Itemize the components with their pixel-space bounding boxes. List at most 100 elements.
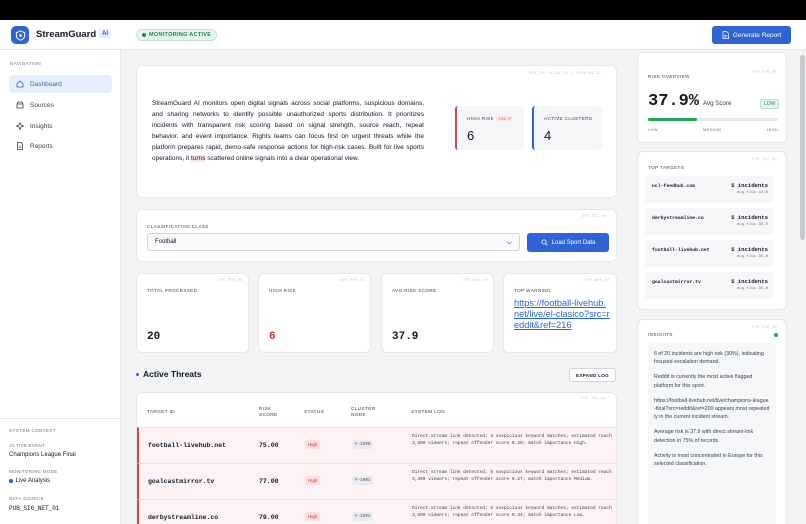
high-risk-delta-badge: +12 ↗ — [496, 116, 514, 121]
monitoring-mode-text: Live Analysis — [15, 478, 51, 484]
table-row[interactable]: goalcastmirror.tv 77.00 High F-1001 Dire… — [137, 463, 616, 499]
intro-text-before: StreamGuard AI monitors open digital sig… — [152, 100, 424, 162]
stat-avg-risk-score: SYS_AVG_18 AVG RISK SCORE 37.9 — [381, 273, 494, 353]
target-count: 5 incidents — [731, 214, 768, 221]
sidebar-item-label: Insights — [30, 122, 53, 130]
document-icon — [17, 142, 23, 150]
intro-system-code: SYS_ID: SG-AL-01 | 2026-04-19 — [529, 72, 601, 76]
top-targets-card: SYS_TGT_02 TOP TARGETS ucl-feedhub.com 5… — [637, 151, 787, 310]
sparkle-icon — [16, 122, 24, 130]
stat-value: 37.9 — [392, 331, 419, 343]
sidebar-item-dashboard[interactable]: Dashboard — [9, 75, 112, 93]
stat-system-code: SYS_PRO_25 — [218, 279, 243, 283]
monitoring-mode-label: MONITORING MODE — [9, 469, 58, 474]
stat-value: 20 — [147, 331, 161, 343]
live-dot-icon — [9, 479, 13, 483]
sidebar-item-reports[interactable]: Reports — [9, 137, 112, 155]
target-domain: goalcastmirror.tv — [652, 280, 701, 285]
intro-card: SYS_ID: SG-AL-01 | 2026-04-19 StreamGuar… — [136, 65, 617, 198]
col-system-log: SYSTEM LOG — [411, 410, 446, 415]
target-item[interactable]: ucl-feedhub.com 5 incidents avg risk 42.… — [645, 176, 774, 203]
status-badge: High — [305, 440, 321, 449]
target-item[interactable]: derbystreamline.co 5 incidents avg risk … — [645, 208, 774, 235]
sidebar-item-label: Reports — [30, 142, 53, 150]
status-badge: High — [305, 476, 321, 485]
insights-system-code: SYS_LOG_09 — [752, 326, 777, 330]
classification-card: SYS_CSL_04 CLASSIFICATION CLASS Football… — [136, 209, 617, 262]
nav-heading: NAVIGATION — [10, 61, 42, 66]
generate-report-button[interactable]: Generate Report — [712, 26, 791, 44]
stat-high-risk: SYS_RSK_73 HIGH RISK 6 — [258, 273, 371, 353]
expand-log-button[interactable]: EXPAND LOG — [569, 368, 616, 382]
row-target: goalcastmirror.tv — [148, 478, 215, 485]
risk-progress-bar — [648, 118, 778, 121]
page-scrollbar[interactable] — [800, 55, 805, 240]
target-avg-risk: avg risk 38.0 — [736, 223, 768, 227]
stat-label: HIGH RISK — [269, 288, 297, 293]
row-log: Direct stream link detected; 4 suspiciou… — [412, 434, 612, 446]
table-row[interactable]: football-livehub.net 75.00 High F-1000 D… — [137, 427, 616, 463]
sidebar-item-sources[interactable]: Sources — [9, 96, 112, 114]
insights-card: SYS_LOG_09 INSIGHTS 6 of 20 incidents ar… — [637, 319, 787, 524]
targets-system-code: SYS_TGT_02 — [752, 158, 777, 162]
top-targets-title: TOP TARGETS — [648, 165, 685, 170]
table-system-code: SYS_TBL_01 — [581, 397, 606, 401]
table-row[interactable]: derbystreamline.co 79.00 High F-1002 Dir… — [137, 499, 616, 524]
target-avg-risk: avg risk 35.0 — [736, 255, 768, 259]
classification-label: CLASSIFICATION CLASS — [147, 224, 209, 229]
high-risk-mini-value: 6 — [467, 128, 475, 143]
shield-logo-icon — [11, 26, 29, 44]
scale-medium-label: MEDIUM — [703, 127, 722, 132]
stat-top-warning: SYS_WRN_67 TOP WARNING https://football-… — [503, 273, 617, 353]
target-count: 5 incidents — [731, 182, 768, 189]
target-avg-risk: avg risk 42.0 — [736, 191, 768, 195]
screen-top-bar — [0, 0, 806, 20]
high-risk-mini-label: HIGH RISK +12 ↗ — [467, 116, 514, 121]
col-risk-score: RISK SCORE — [259, 407, 278, 418]
search-icon — [541, 239, 548, 246]
stat-label: TOTAL PROCESSED — [147, 288, 198, 293]
cluster-node-badge: F-1000 — [352, 440, 374, 449]
col-target-id: TARGET ID — [147, 410, 175, 415]
target-domain: football-livehub.net — [652, 248, 710, 253]
stat-system-code: SYS_RSK_73 — [340, 279, 365, 283]
database-icon — [16, 101, 24, 109]
stat-system-code: SYS_WRN_67 — [585, 279, 610, 283]
app-name: StreamGuard — [36, 29, 97, 40]
generate-report-label: Generate Report — [732, 31, 782, 39]
context-heading: SYSTEM CONTEXT — [9, 428, 56, 433]
intro-text-after: scattered online signals into a clear op… — [205, 155, 360, 162]
target-item[interactable]: football-livehub.net 5 incidents avg ris… — [645, 240, 774, 267]
insights-title: INSIGHTS — [648, 332, 673, 337]
target-item[interactable]: goalcastmirror.tv 5 incidents avg risk 3… — [645, 272, 774, 299]
section-dot-icon — [136, 372, 139, 376]
stat-value: 6 — [269, 331, 276, 343]
sidebar: NAVIGATION Dashboard Sources Insights Re… — [0, 50, 121, 524]
target-domain: derbystreamline.co — [652, 216, 704, 221]
active-event-label: ACTIVE EVENT — [9, 443, 46, 448]
ai-badge: AI — [99, 29, 111, 38]
data-source-value: PUB_SIG_NET_01 — [9, 505, 60, 512]
insight-item: 6 of 20 incidents are high risk (30%), i… — [654, 351, 764, 366]
load-sport-data-button[interactable]: Load Sport Data — [527, 233, 609, 252]
monitoring-status-label: MONITORING ACTIVE — [149, 32, 212, 38]
home-icon — [16, 80, 24, 88]
target-count: 5 incidents — [731, 278, 768, 285]
sidebar-item-insights[interactable]: Insights — [9, 117, 112, 135]
chevron-down-icon — [507, 241, 512, 245]
insights-list: 6 of 20 incidents are high risk (30%), i… — [648, 343, 776, 524]
risk-overview-sub: Avg Score — [703, 100, 732, 107]
col-status: STATUS — [304, 410, 325, 415]
cluster-node-badge: F-1002 — [352, 512, 374, 521]
stat-label: TOP WARNING — [514, 288, 551, 293]
sport-class-select[interactable]: Football — [147, 233, 520, 251]
active-clusters-value: 4 — [544, 128, 552, 143]
risk-overview-value: 37.9% — [648, 92, 700, 111]
insights-live-dot-icon — [774, 333, 778, 337]
threats-table: SYS_TBL_01 TARGET ID RISK SCORE STATUS C… — [136, 392, 617, 524]
insight-item: https://football-livehub.net/live/champi… — [654, 397, 770, 421]
risk-progress-fill — [648, 118, 698, 121]
active-clusters-label: ACTIVE CLUSTERS — [544, 116, 593, 121]
intro-highlight: turns — [191, 155, 206, 162]
top-warning-link[interactable]: https://football-livehub.net/live/el-cla… — [514, 298, 610, 331]
